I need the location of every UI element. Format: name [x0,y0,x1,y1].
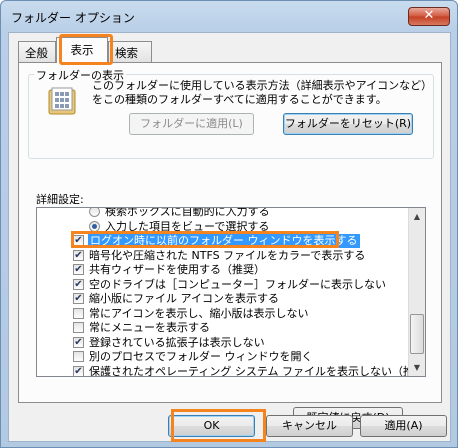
setting-label: 常にアイコンを表示し、縮小版は表示しない [89,306,309,320]
setting-label: 保護されたオペレーティング システム ファイルを表示しない（推奨） [89,364,426,377]
setting-checkbox[interactable]: ✔ [73,249,84,261]
scrollbar[interactable]: ▲ ▼ [408,208,425,376]
setting-checkbox[interactable] [73,307,84,319]
cancel-button[interactable]: キャンセル [266,415,353,437]
setting-checkbox[interactable]: ✔ [73,264,84,275]
close-button[interactable]: ✕ [408,7,450,26]
setting-label: ログオン時に以前のフォルダー ウィンドウを表示する [88,234,360,248]
tab-view[interactable]: 表示 [56,37,108,63]
window-title: フォルダー オプション [11,11,135,25]
advanced-settings-list[interactable]: 検索ボックスに自動的に入力する 入力した項目をビューで選択する ✔ ログオン時に以前の… [36,207,426,377]
setting-label: 検索ボックスに自動的に入力する [105,207,270,218]
apply-button[interactable]: 適用(A) [360,415,447,437]
folder-options-dialog: フォルダー オプション ✕ 全般 表示 検索 フォルダーの表示 このフォルダーに… [0,0,458,448]
setting-checkbox[interactable]: ✔ [73,336,84,348]
setting-label: 入力した項目をビューで選択する [105,219,270,233]
setting-label: 常にメニューを表示する [89,321,210,334]
apply-to-folders-button[interactable]: フォルダーに適用(L) [129,113,254,135]
setting-checkbox[interactable]: ✔ [73,293,84,304]
scroll-up-arrow[interactable]: ▲ [409,208,425,225]
folder-view-icon [48,87,76,115]
dialog-body: 全般 表示 検索 フォルダーの表示 このフォルダーに使用している表示方法（詳細表… [8,32,451,442]
setting-checkbox[interactable] [73,322,84,333]
scroll-thumb[interactable] [410,314,424,354]
setting-checkbox[interactable] [73,351,84,362]
ok-button[interactable]: OK [168,415,255,437]
setting-label: 暗号化や圧縮された NTFS ファイルをカラーで表示する [89,248,366,262]
reset-folders-button[interactable]: フォルダーをリセット(R) [283,113,413,135]
folder-views-group: フォルダーの表示 このフォルダーに使用している表示方法（詳細表示やアイコンなど）… [28,67,434,159]
folder-views-description: このフォルダーに使用している表示方法（詳細表示やアイコンなど）をこの種類のフォル… [92,79,427,106]
setting-label: 別のプロセスでフォルダー ウィンドウを開く [89,350,313,363]
setting-radio[interactable] [89,208,100,217]
setting-label: 共有ウィザードを使用する（推奨） [89,263,265,276]
setting-label: 登録されている拡張子は表示しない [89,335,265,349]
advanced-settings-label: 詳細設定: [36,193,84,206]
setting-checkbox[interactable]: ✔ [73,365,84,376]
tab-search[interactable]: 検索 [108,41,152,62]
tab-general[interactable]: 全般 [18,41,56,62]
scroll-down-arrow[interactable]: ▼ [409,359,425,376]
setting-checkbox[interactable]: ✔ [73,235,84,246]
title-bar[interactable]: フォルダー オプション ✕ [1,1,457,31]
view-tab-panel: フォルダーの表示 このフォルダーに使用している表示方法（詳細表示やアイコンなど）… [18,62,442,429]
setting-label: 空のドライブは［コンピューター］フォルダーに表示しない [89,277,386,291]
setting-checkbox[interactable]: ✔ [73,278,84,290]
setting-label: 縮小版にファイル アイコンを表示する [89,292,279,305]
setting-radio[interactable] [89,220,100,232]
